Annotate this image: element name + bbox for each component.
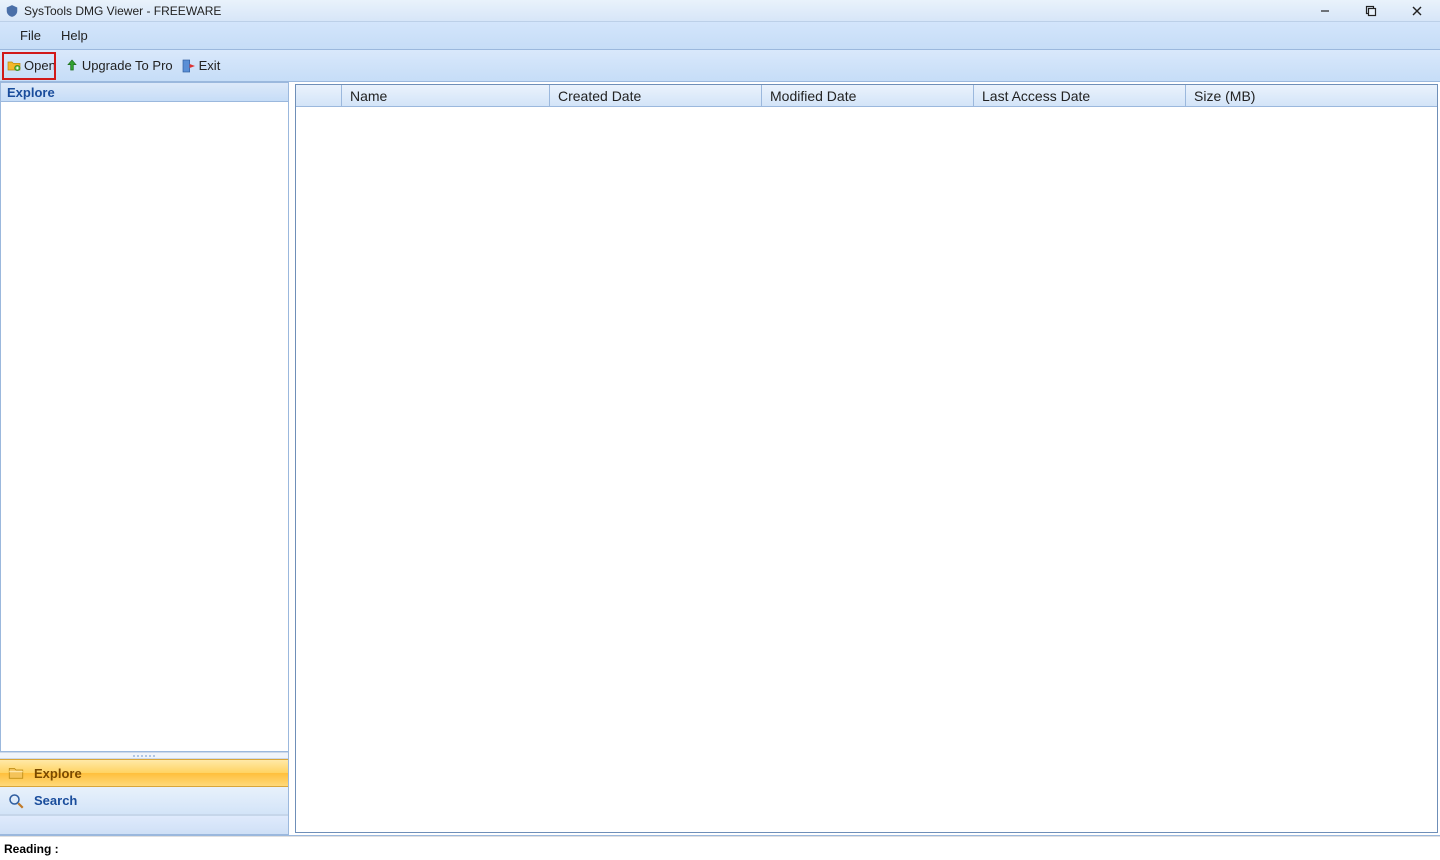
grid: Name Created Date Modified Date Last Acc…: [295, 84, 1438, 833]
maximize-button[interactable]: [1348, 0, 1394, 21]
folder-icon: [6, 763, 26, 783]
app-icon: [4, 3, 20, 19]
side-panel-header: Explore: [0, 82, 288, 102]
tree-view[interactable]: [0, 102, 288, 752]
minimize-button[interactable]: [1302, 0, 1348, 21]
menu-help[interactable]: Help: [51, 26, 98, 45]
grid-column-last-access-date[interactable]: Last Access Date: [974, 85, 1186, 106]
open-button[interactable]: Open: [2, 54, 60, 78]
tab-explore[interactable]: Explore: [0, 759, 288, 787]
body-row: Explore Explore Search: [0, 82, 1440, 836]
grid-column-modified-date[interactable]: Modified Date: [762, 85, 974, 106]
open-button-label: Open: [24, 58, 56, 73]
main-panel: Name Created Date Modified Date Last Acc…: [289, 82, 1440, 835]
status-bar: Reading :: [0, 836, 1440, 860]
window-title: SysTools DMG Viewer - FREEWARE: [24, 4, 221, 18]
upgrade-button-label: Upgrade To Pro: [82, 58, 173, 73]
status-text: Reading :: [4, 842, 59, 856]
grid-body[interactable]: [296, 107, 1437, 832]
menu-file[interactable]: File: [10, 26, 51, 45]
folder-open-icon: [6, 58, 22, 74]
menu-bar: File Help: [0, 22, 1440, 50]
exit-button-label: Exit: [199, 58, 221, 73]
close-button[interactable]: [1394, 0, 1440, 21]
title-bar[interactable]: SysTools DMG Viewer - FREEWARE: [0, 0, 1440, 22]
window-controls: [1302, 0, 1440, 21]
search-icon: [6, 791, 26, 811]
tab-explore-label: Explore: [34, 766, 82, 781]
exit-icon: [181, 58, 197, 74]
panel-resize-grip[interactable]: [0, 752, 288, 759]
upgrade-button[interactable]: Upgrade To Pro: [60, 54, 177, 78]
grid-header-row: Name Created Date Modified Date Last Acc…: [296, 85, 1437, 107]
tab-search[interactable]: Search: [0, 787, 288, 815]
toolbar: Open Upgrade To Pro Exit: [0, 50, 1440, 82]
grid-column-icon[interactable]: [296, 85, 342, 106]
side-bottom-strip: [0, 815, 288, 835]
grid-column-size[interactable]: Size (MB): [1186, 85, 1437, 106]
grid-column-name[interactable]: Name: [342, 85, 550, 106]
side-panel: Explore Explore Search: [0, 82, 289, 835]
grid-column-created-date[interactable]: Created Date: [550, 85, 762, 106]
tab-search-label: Search: [34, 793, 77, 808]
exit-button[interactable]: Exit: [177, 54, 225, 78]
app-window: SysTools DMG Viewer - FREEWARE File Help…: [0, 0, 1440, 860]
upgrade-icon: [64, 58, 80, 74]
